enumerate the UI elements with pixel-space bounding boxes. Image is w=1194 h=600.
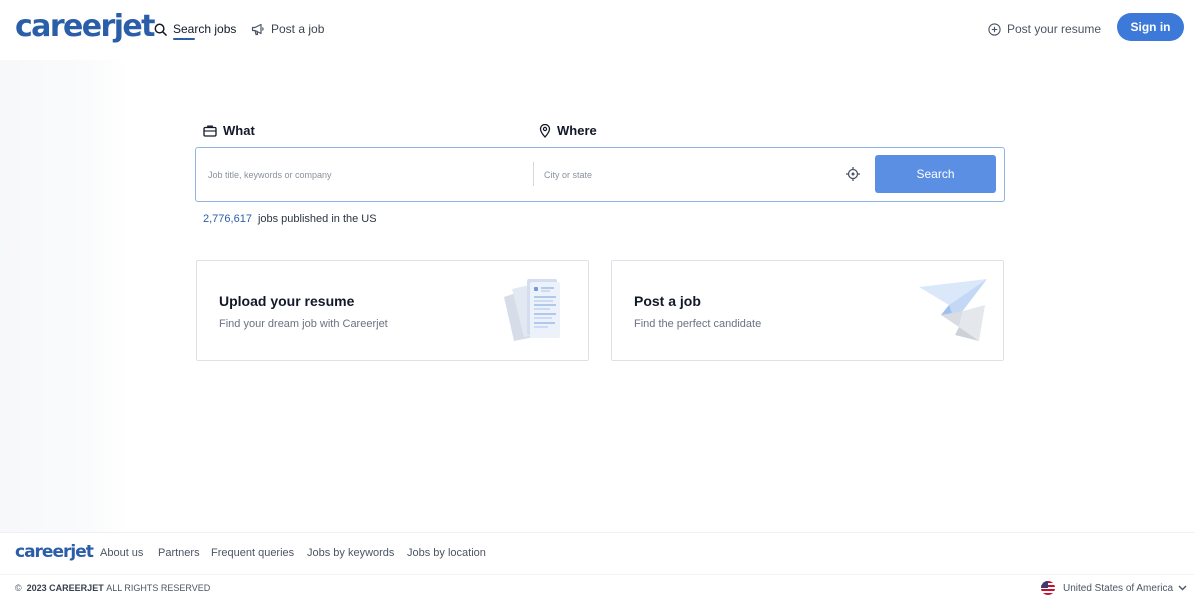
footer-link-jobs-by-keywords[interactable]: Jobs by keywords — [307, 547, 394, 559]
copyright-symbol: © — [15, 583, 22, 593]
sign-in-button[interactable]: Sign in — [1117, 13, 1184, 41]
paper-plane-icon — [919, 279, 987, 341]
post-job-subtitle: Find the perfect candidate — [634, 318, 762, 330]
nav-post-resume[interactable]: Post your resume — [988, 19, 1101, 39]
search-form: Search — [195, 147, 1005, 202]
footer-link-about[interactable]: About us — [100, 547, 143, 559]
copyright-brand: 2023 CAREERJET — [26, 583, 104, 593]
plus-circle-icon — [988, 22, 1001, 36]
us-flag-icon — [1041, 581, 1055, 595]
footer-link-jobs-by-location[interactable]: Jobs by location — [407, 547, 486, 559]
what-label-text: What — [223, 123, 255, 138]
locate-me-icon[interactable] — [845, 166, 861, 182]
footer-link-frequent-queries[interactable]: Frequent queries — [211, 547, 294, 559]
nav-post-job[interactable]: Post a job — [251, 19, 324, 39]
chevron-down-icon — [1178, 585, 1187, 591]
location-input[interactable] — [544, 148, 834, 201]
nav-post-resume-label: Post your resume — [1007, 22, 1102, 36]
post-job-card[interactable]: Post a job Find the perfect candidate — [611, 260, 1004, 361]
copyright-text: ALL RIGHTS RESERVED — [106, 583, 211, 593]
footer-divider — [0, 532, 1194, 533]
copyright: © 2023 CAREERJET ALL RIGHTS RESERVED — [15, 583, 210, 593]
background-shade — [0, 60, 128, 532]
nav-search-jobs[interactable]: Search jobs — [154, 19, 237, 40]
search-button[interactable]: Search — [875, 155, 996, 193]
megaphone-icon — [251, 23, 264, 35]
footer-logo[interactable]: careerjet — [15, 541, 94, 563]
footer-link-partners[interactable]: Partners — [158, 547, 200, 559]
search-icon — [154, 23, 167, 36]
nav-search-jobs-label: Search jobs — [173, 22, 237, 36]
country-selector[interactable]: United States of America — [1041, 581, 1187, 595]
footer-divider-bottom — [0, 574, 1194, 575]
what-label: What — [203, 123, 255, 138]
where-label: Where — [539, 123, 597, 138]
upload-resume-subtitle: Find your dream job with Careerjet — [219, 318, 388, 330]
upload-resume-title: Upload your resume — [219, 293, 355, 309]
jobs-count: 2,776,617 jobs published in the US — [203, 213, 377, 225]
nav-post-job-label: Post a job — [271, 22, 325, 36]
resume-illustration-icon — [504, 279, 560, 341]
jobs-count-text: jobs published in the US — [257, 213, 377, 225]
upload-resume-card[interactable]: Upload your resume Find your dream job w… — [196, 260, 589, 361]
briefcase-icon — [203, 125, 217, 137]
location-pin-icon — [539, 123, 551, 138]
careerjet-logo[interactable]: careerjet — [15, 9, 155, 45]
active-tab-indicator — [173, 38, 195, 40]
header: careerjet Search jobs Post a job Post yo… — [0, 0, 1194, 60]
jobs-count-number: 2,776,617 — [203, 213, 252, 225]
country-label: United States of America — [1063, 582, 1174, 594]
post-job-title: Post a job — [634, 293, 701, 309]
job-keywords-input[interactable] — [208, 148, 528, 201]
search-divider — [533, 162, 534, 186]
where-label-text: Where — [557, 123, 597, 138]
